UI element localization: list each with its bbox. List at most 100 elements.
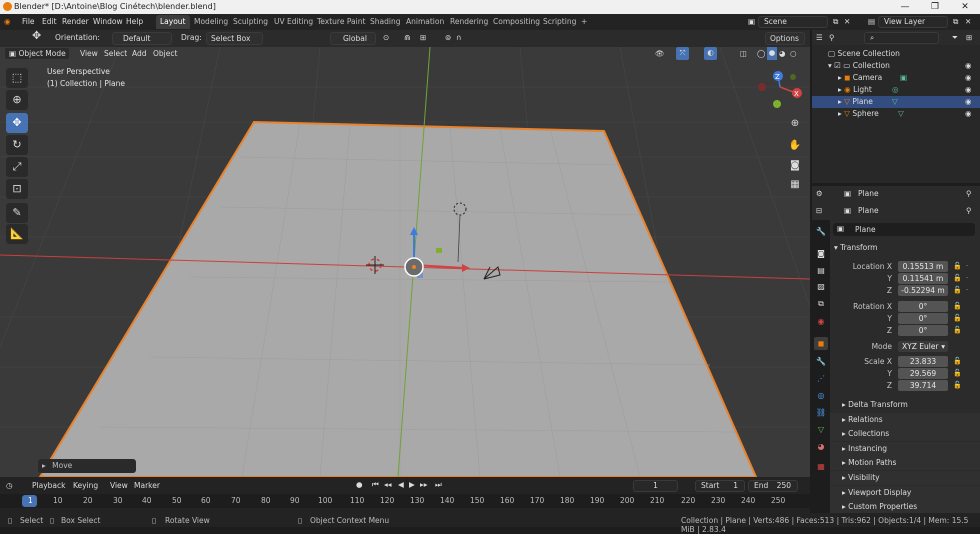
tab-sculpting[interactable]: Sculpting <box>229 15 272 29</box>
rendered-shading-icon[interactable]: ○ <box>790 48 797 61</box>
select-box-tool-icon[interactable]: ⬚ <box>6 68 28 88</box>
transform-panel-header[interactable]: ▾ Transform <box>830 241 980 255</box>
tab-rendering[interactable]: Rendering <box>446 15 492 29</box>
jump-end-icon[interactable]: ⏭ <box>435 480 442 490</box>
tab-texture-icon[interactable]: ▦ <box>814 460 828 473</box>
pan-hand-icon[interactable]: ✋ <box>786 137 804 155</box>
menu-object[interactable]: Object <box>153 48 177 61</box>
lock-icon[interactable]: 🔓 <box>953 286 962 295</box>
xray-icon[interactable]: ◫ <box>740 48 747 61</box>
eye-icon[interactable]: ◉ <box>965 72 972 84</box>
tab-tool-icon[interactable]: 🔧 <box>814 225 828 238</box>
ortho-grid-icon[interactable]: ▦ <box>786 176 804 194</box>
measure-tool-icon[interactable]: 📐 <box>6 224 28 244</box>
delta-transform-header[interactable]: ▸ Delta Transform <box>838 398 978 411</box>
last-operator-panel[interactable]: ▸ Move <box>38 459 136 473</box>
cursor-tool-icon[interactable]: ⊕ <box>6 90 28 110</box>
outliner-item-sphere[interactable]: ▸ ▽ Sphere ▽ ◉ <box>812 108 980 120</box>
outliner-item-light[interactable]: ▸ ◉ Light ◎ ◉ <box>812 84 980 96</box>
menu-select[interactable]: Select <box>104 48 127 61</box>
lock-icon[interactable]: 🔓 <box>953 262 962 271</box>
checkbox-icon[interactable]: ☑ <box>834 61 841 70</box>
menu-timeline-view[interactable]: View <box>110 481 128 490</box>
scene-delete-icon[interactable]: ✕ <box>844 17 850 26</box>
overlay-toggle-icon[interactable]: ◐ <box>704 47 717 60</box>
lock-icon[interactable]: 🔓 <box>953 314 962 323</box>
panel-relations[interactable]: ▸ Relations <box>830 413 980 427</box>
tab-compositing[interactable]: Compositing <box>489 15 544 29</box>
rotation-x-field[interactable]: 0° <box>898 301 948 312</box>
outliner-item-camera[interactable]: ▸ ◼ Camera ▣ ◉ <box>812 72 980 84</box>
tab-physics-icon[interactable]: ◎ <box>814 389 828 402</box>
end-frame-field[interactable]: End 250 <box>748 480 798 492</box>
move-tool-button[interactable]: ✥ <box>6 113 28 133</box>
tab-modeling[interactable]: Modeling <box>190 15 232 29</box>
pivot-point-icon[interactable]: ⊙ <box>383 32 389 45</box>
scene-selector[interactable]: Scene <box>758 16 828 28</box>
tab-output-icon[interactable]: ▤ <box>814 264 828 277</box>
tab-world-icon[interactable]: ◉ <box>814 315 828 328</box>
panel-collections[interactable]: ▸ Collections <box>830 427 980 441</box>
rotation-mode-dropdown[interactable]: XYZ Euler ▾ <box>898 341 948 352</box>
scale-z-field[interactable]: 39.714 <box>898 380 948 391</box>
lock-icon[interactable]: 🔓 <box>953 302 962 311</box>
maximize-button[interactable]: ❐ <box>920 0 950 14</box>
keyframe-icon[interactable]: · <box>966 262 974 271</box>
outliner-scene-collection[interactable]: ▢ Scene Collection <box>812 48 980 60</box>
menu-view[interactable]: View <box>80 48 98 61</box>
tab-constraints-icon[interactable]: ⛓ <box>814 406 828 419</box>
view-layer-selector[interactable]: View Layer <box>878 16 948 28</box>
close-button[interactable]: ✕ <box>950 0 980 14</box>
rotation-y-field[interactable]: 0° <box>898 313 948 324</box>
play-icon[interactable]: ▶ <box>409 480 415 489</box>
outliner-search-input[interactable]: ⌕ <box>864 32 939 44</box>
eye-icon[interactable]: ◉ <box>965 60 972 72</box>
lock-icon[interactable]: 🔓 <box>953 369 962 378</box>
lock-icon[interactable]: 🔓 <box>953 326 962 335</box>
play-reverse-icon[interactable]: ◀ <box>398 480 404 489</box>
snap-icon[interactable]: ⋒ <box>404 32 410 45</box>
scene-browse-icon[interactable]: ⧉ <box>833 17 838 27</box>
keyframe-icon[interactable]: · <box>966 274 974 283</box>
orientation-dropdown[interactable]: Default <box>112 32 172 45</box>
expand-icon[interactable]: ▸ <box>812 97 842 106</box>
expand-icon[interactable]: ▾ <box>812 61 832 70</box>
solid-shading-icon[interactable]: ● <box>767 47 777 60</box>
prev-keyframe-icon[interactable]: ◂◂ <box>384 480 392 489</box>
pin-icon[interactable]: ⚲ <box>966 206 972 215</box>
mode-dropdown[interactable]: ▣ Object Mode <box>4 47 70 60</box>
next-keyframe-icon[interactable]: ▸▸ <box>420 480 428 489</box>
proportional-edit-icon[interactable]: ⊚ <box>445 32 451 45</box>
menu-file[interactable]: File <box>22 17 35 26</box>
record-icon[interactable]: ● <box>356 480 363 489</box>
jump-start-icon[interactable]: ⏮ <box>372 480 379 490</box>
filter-funnel-icon[interactable]: ⚲ <box>829 33 835 42</box>
menu-keying[interactable]: Keying <box>73 481 98 490</box>
camera-view-icon[interactable]: ◙ <box>786 157 804 175</box>
eye-icon[interactable]: ◉ <box>965 84 972 96</box>
tab-shading[interactable]: Shading <box>366 15 404 29</box>
falloff-icon[interactable]: ∩ <box>456 32 462 45</box>
location-z-field[interactable]: -0.52294 m <box>898 285 948 296</box>
location-y-field[interactable]: 0.11541 m <box>898 273 948 284</box>
transform-orientation-dropdown[interactable]: Global <box>330 32 376 45</box>
tab-texture-paint[interactable]: Texture Paint <box>313 15 369 29</box>
tab-uv-editing[interactable]: UV Editing <box>270 15 317 29</box>
outliner-editor-icon[interactable]: ☰ <box>816 33 823 42</box>
tab-object-icon[interactable]: ◼ <box>814 337 828 350</box>
filter-icon[interactable]: ⏷ <box>952 33 958 43</box>
frame-ruler[interactable]: 1 10 20 30 40 50 60 70 80 90 100 110 120… <box>0 494 810 508</box>
properties-editor-icon[interactable]: ⚙ <box>816 189 823 198</box>
object-name-field[interactable]: ▣ Plane <box>833 223 975 236</box>
tab-render-icon[interactable]: ◙ <box>814 247 828 260</box>
location-x-field[interactable]: 0.15513 m <box>898 261 948 272</box>
properties-search-icon[interactable]: ⊟ <box>816 206 822 215</box>
rotate-tool-icon[interactable]: ↻ <box>6 135 28 155</box>
menu-render[interactable]: Render <box>62 17 89 26</box>
visibility-eye-icon[interactable]: 👁 <box>655 48 665 61</box>
outliner-collection[interactable]: ▾ ☑ ▭ Collection ◉ <box>812 60 980 72</box>
menu-help[interactable]: Help <box>126 17 143 26</box>
tab-particles-icon[interactable]: ⋰ <box>814 372 828 385</box>
panel-visibility[interactable]: ▸ Visibility <box>830 471 980 485</box>
pin-icon[interactable]: ⚲ <box>966 189 972 198</box>
